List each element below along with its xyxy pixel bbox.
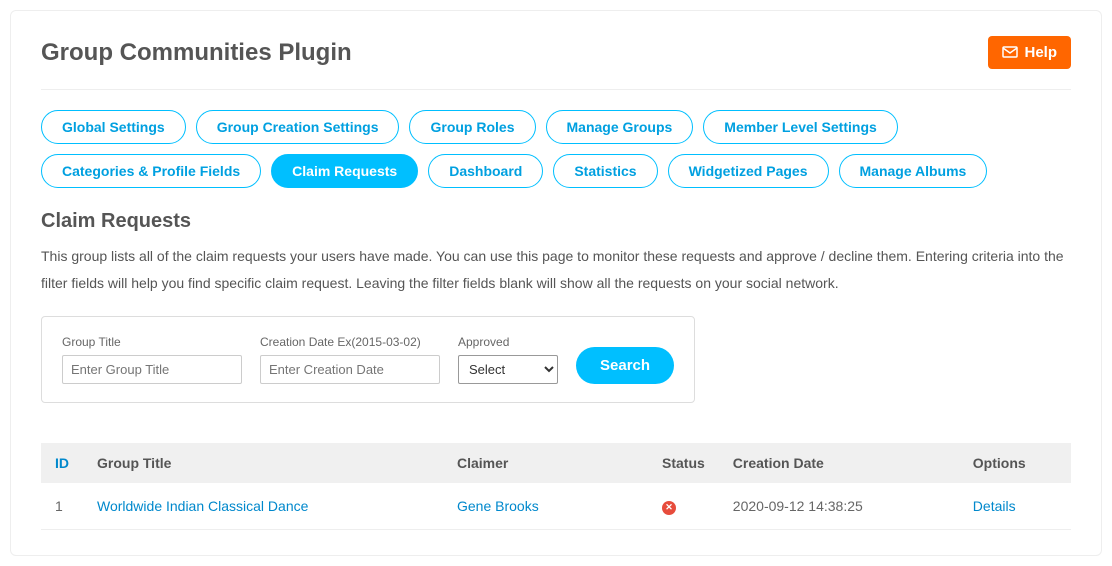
cell-id: 1: [41, 483, 83, 529]
status-rejected-icon[interactable]: ✕: [662, 501, 676, 515]
col-group-title: Group Title: [83, 443, 443, 483]
table-row: 1 Worldwide Indian Classical Dance Gene …: [41, 483, 1071, 529]
group-title-input[interactable]: [62, 355, 242, 384]
cell-creation-date: 2020-09-12 14:38:25: [719, 483, 959, 529]
tabs-nav: Global Settings Group Creation Settings …: [41, 110, 1071, 188]
page-title: Group Communities Plugin: [41, 39, 352, 67]
creation-date-input[interactable]: [260, 355, 440, 384]
envelope-icon: [1002, 46, 1018, 60]
claim-requests-table: ID Group Title Claimer Status Creation D…: [41, 443, 1071, 530]
help-label: Help: [1024, 44, 1057, 61]
filter-box: Group Title Creation Date Ex(2015-03-02)…: [41, 316, 695, 403]
claimer-link[interactable]: Gene Brooks: [457, 498, 539, 514]
tab-statistics[interactable]: Statistics: [553, 154, 657, 188]
tab-group-creation-settings[interactable]: Group Creation Settings: [196, 110, 400, 144]
tab-group-roles[interactable]: Group Roles: [409, 110, 535, 144]
tab-global-settings[interactable]: Global Settings: [41, 110, 186, 144]
tab-member-level-settings[interactable]: Member Level Settings: [703, 110, 898, 144]
section-description: This group lists all of the claim reques…: [41, 243, 1071, 296]
approved-select[interactable]: Select: [458, 355, 558, 384]
col-claimer: Claimer: [443, 443, 648, 483]
tab-claim-requests[interactable]: Claim Requests: [271, 154, 418, 188]
col-options: Options: [959, 443, 1071, 483]
tab-dashboard[interactable]: Dashboard: [428, 154, 543, 188]
tab-widgetized-pages[interactable]: Widgetized Pages: [668, 154, 829, 188]
help-button[interactable]: Help: [988, 36, 1071, 69]
details-link[interactable]: Details: [973, 498, 1016, 514]
section-title: Claim Requests: [41, 210, 1071, 233]
search-button[interactable]: Search: [576, 347, 674, 384]
col-status: Status: [648, 443, 719, 483]
tab-manage-groups[interactable]: Manage Groups: [546, 110, 694, 144]
approved-label: Approved: [458, 335, 558, 349]
col-creation-date: Creation Date: [719, 443, 959, 483]
group-title-label: Group Title: [62, 335, 242, 349]
tab-manage-albums[interactable]: Manage Albums: [839, 154, 988, 188]
creation-date-label: Creation Date Ex(2015-03-02): [260, 335, 440, 349]
col-id[interactable]: ID: [41, 443, 83, 483]
tab-categories-profile-fields[interactable]: Categories & Profile Fields: [41, 154, 261, 188]
group-title-link[interactable]: Worldwide Indian Classical Dance: [97, 498, 308, 514]
